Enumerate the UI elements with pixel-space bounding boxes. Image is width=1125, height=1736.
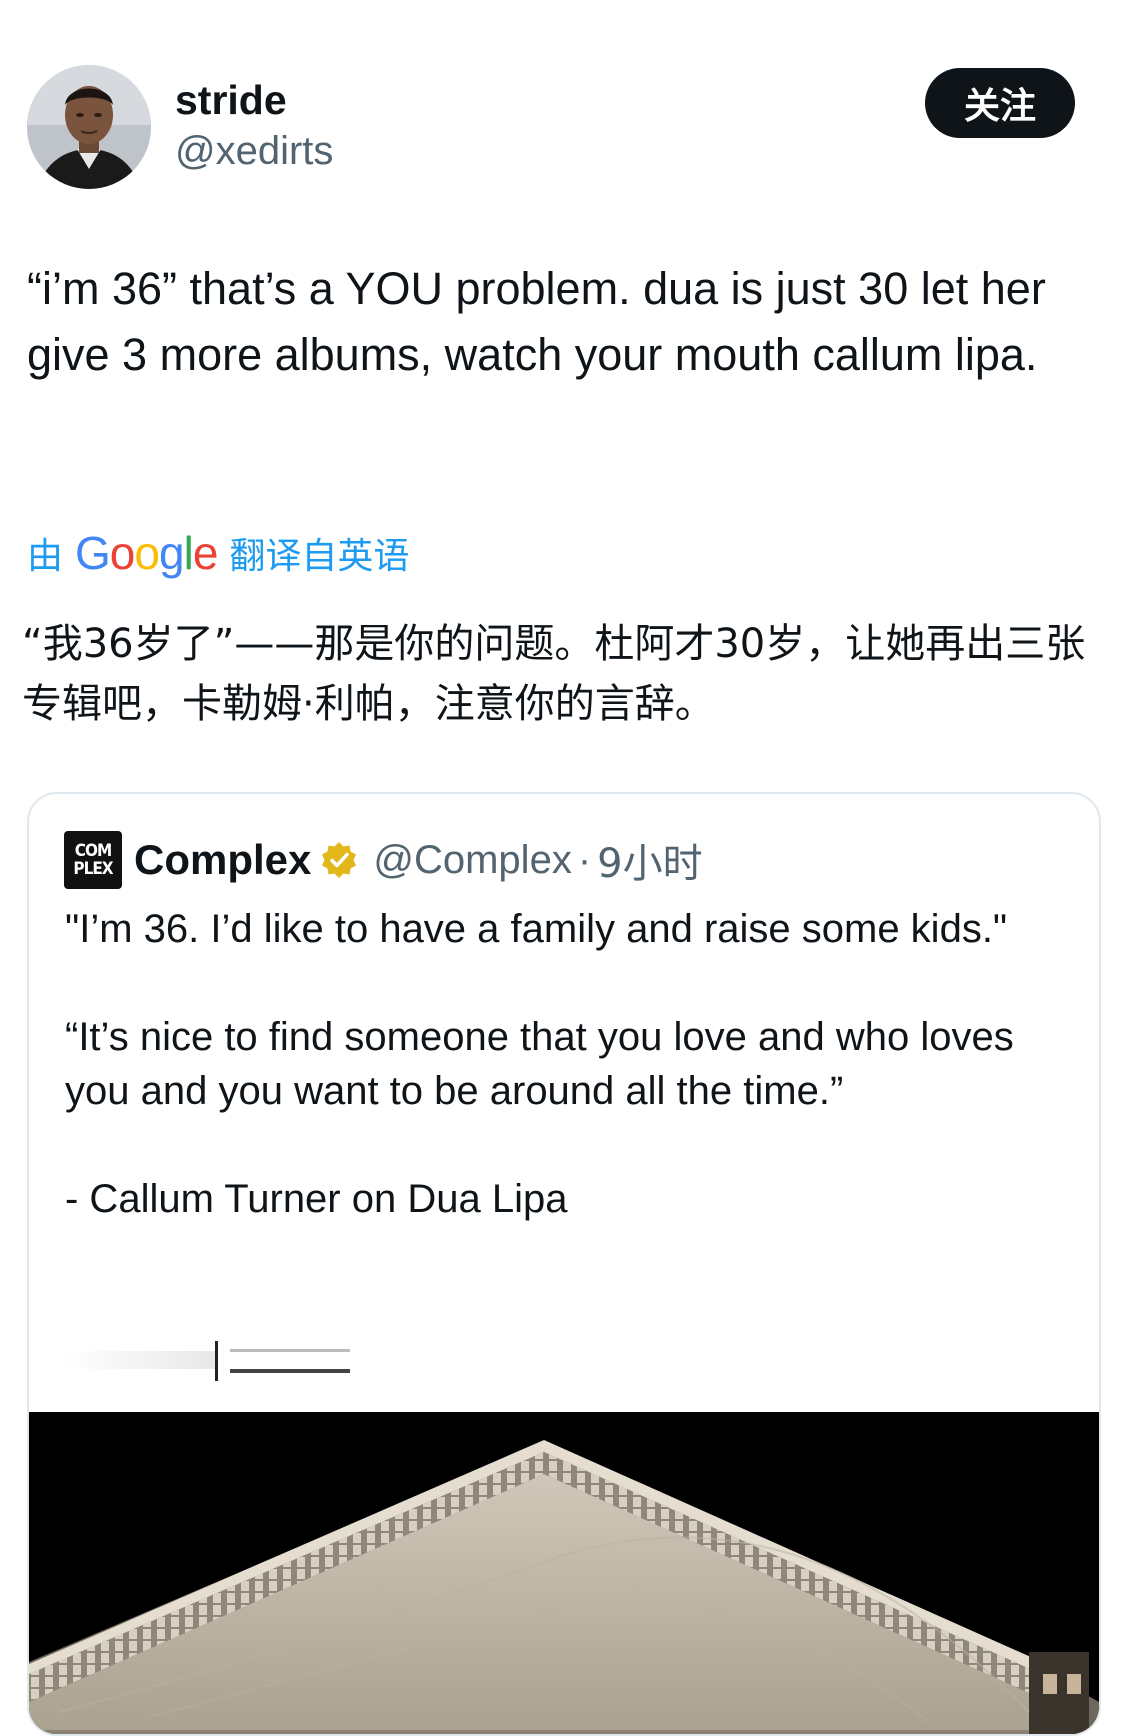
- google-logo-letter: o: [134, 527, 160, 579]
- quoted-separator: ·: [577, 837, 592, 882]
- quoted-timestamp[interactable]: 9小时: [597, 831, 702, 889]
- quoted-tweet-card[interactable]: COM PLEX Complex @Complex · 9小时 "I’m 36.…: [27, 792, 1101, 1736]
- complex-logo-avatar[interactable]: COM PLEX: [64, 831, 122, 889]
- quoted-author-handle[interactable]: @Complex: [373, 838, 571, 883]
- translation-prefix: 由: [27, 536, 64, 577]
- redacted-mark: [65, 1341, 350, 1381]
- google-logo-letter: e: [192, 527, 219, 579]
- tweet-text: “i’m 36” that’s a YOU problem. dua is ju…: [27, 263, 1046, 380]
- google-logo: Google: [75, 525, 219, 581]
- google-logo-letter: l: [183, 527, 194, 579]
- verified-gold-badge-icon: [322, 842, 357, 878]
- complex-logo-line1: COM: [74, 841, 112, 861]
- complex-logo-line2: PLEX: [73, 859, 113, 879]
- google-logo-letter: o: [109, 527, 136, 579]
- author-names: stride @xedirts: [175, 74, 333, 176]
- google-logo-letter: G: [75, 527, 111, 579]
- translation-suffix: 翻译自英语: [229, 536, 410, 577]
- follow-button[interactable]: 关注: [925, 68, 1075, 138]
- building-pediment-photo-icon: [29, 1412, 1099, 1734]
- quoted-author-name[interactable]: Complex: [134, 836, 311, 884]
- translated-tweet-text: “我36岁了”——那是你的问题。杜阿才30岁，让她再出三张专辑吧，卡勒姆·利帕，…: [22, 621, 1086, 727]
- quoted-paragraph: - Callum Turner on Dua Lipa: [65, 1177, 568, 1221]
- quoted-tweet-media[interactable]: [29, 1412, 1099, 1734]
- author-display-name[interactable]: stride: [175, 74, 333, 126]
- author-handle[interactable]: @xedirts: [175, 126, 333, 176]
- google-logo-letter: g: [158, 527, 185, 579]
- quoted-paragraph: “It’s nice to find someone that you love…: [65, 1015, 1014, 1113]
- quoted-paragraph: "I’m 36. I’d like to have a family and r…: [65, 907, 1008, 951]
- quoted-tweet-body: "I’m 36. I’d like to have a family and r…: [65, 902, 1065, 1226]
- author-avatar[interactable]: [27, 65, 151, 189]
- avatar-photo-icon: [27, 65, 151, 189]
- tweet-header: stride @xedirts 关注: [27, 62, 1077, 192]
- quoted-tweet-header: COM PLEX Complex @Complex · 9小时: [64, 829, 703, 891]
- translation-attribution[interactable]: 由 Google 翻译自英语: [27, 525, 409, 581]
